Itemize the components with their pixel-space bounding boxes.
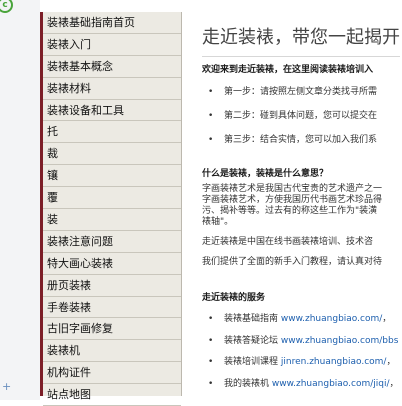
paragraph-line: 污、揭补等等。过去有的称这些工作为"装潢 xyxy=(202,206,378,216)
list-item: 第一步：请按照左侧文章分类找寻所需 xyxy=(202,80,402,104)
plus-icon[interactable]: + xyxy=(2,381,11,392)
sidebar-item-materials[interactable]: 装裱材料 xyxy=(43,78,181,100)
intro-paragraph: 走近装裱是中国在线书画装裱培训、技术咨 xyxy=(202,237,374,247)
service-label: 装裱培训课程 xyxy=(224,357,279,367)
tutorial-paragraph: 我们提供了全面的新手入门教程，请认真对待 xyxy=(202,257,383,267)
sidebar-item-tools[interactable]: 装裱设备和工具 xyxy=(43,100,181,122)
browser-side-strip: c + xyxy=(0,0,40,400)
sidebar-item-large-paintings[interactable]: 特大画心装裱 xyxy=(43,253,181,275)
sidebar-item-handscroll[interactable]: 手卷装裱 xyxy=(43,297,181,319)
sidebar-item-xiang[interactable]: 镶 xyxy=(43,165,181,188)
list-item: 第三步：结合实情，您可以加入我们系 xyxy=(202,128,402,152)
sidebar-item-cai[interactable]: 裁 xyxy=(43,143,181,166)
list-item: 装裱基础指南 www.zhuangbiao.com/， xyxy=(202,309,402,331)
service-label: 我的装裱机 xyxy=(224,378,270,389)
sidebar-item-zhuang[interactable]: 装 xyxy=(43,209,181,231)
list-item: 第二步：碰到具体问题，您可以提交在 xyxy=(202,104,402,128)
section-title-services: 走近装裱的服务 xyxy=(202,293,266,303)
sidebar-item-intro[interactable]: 装裱入门 xyxy=(43,34,181,56)
what-paragraph: 字画装裱艺术是我国古代宝贵的艺术遗产之一 字画装裱艺术，方使我国历代书画艺术珍品… xyxy=(202,184,402,228)
service-label: 装裱答疑论坛 xyxy=(224,335,279,346)
section-title-what: 什么是装裱，装裱是什么意思？ xyxy=(202,169,329,179)
sidebar-item-certificates[interactable]: 机构证件 xyxy=(43,362,181,385)
list-item: 我的装裱机 www.zhuangbiao.com/jiqi/， xyxy=(202,374,402,396)
welcome-text: 欢迎来到走近装裱，在这里阅读装裱培训入 xyxy=(202,65,374,75)
sidebar-item-album[interactable]: 册页装裱 xyxy=(43,275,181,297)
service-link[interactable]: www.zhuangbiao.com/jiqi/ xyxy=(272,379,390,389)
service-link[interactable]: www.zhuangbiao.com/bbs xyxy=(281,336,399,346)
service-tail: ， xyxy=(382,314,392,324)
service-link[interactable]: www.zhuangbiao.com/ xyxy=(281,314,382,324)
service-tail: ， xyxy=(386,357,396,367)
circle-icon[interactable]: c xyxy=(0,0,13,13)
sidebar-item-tuo[interactable]: 托 xyxy=(43,121,181,144)
paragraph-line: 字画装裱艺术，方使我国历代书画艺术珍品得 xyxy=(202,195,383,205)
paragraph-line: 裱轴"。 xyxy=(202,217,234,227)
sidebar-nav: 装裱基础指南首页 装裱入门 装裱基本概念 装裱材料 装裱设备和工具 托 裁 镶 … xyxy=(40,12,182,406)
services-list: 装裱基础指南 www.zhuangbiao.com/， 装裱答疑论坛 www.z… xyxy=(202,309,402,395)
page-title: 走近装裱，带您一起揭开 xyxy=(202,26,400,57)
sidebar-item-cautions[interactable]: 装裱注意问题 xyxy=(43,231,181,253)
list-item: 装裱培训课程 jinren.zhuangbiao.com/， xyxy=(202,352,402,374)
sidebar-item-sitemap[interactable]: 站点地图 xyxy=(43,384,181,406)
sidebar-item-fu[interactable]: 覆 xyxy=(43,187,181,210)
list-item: 装裱答疑论坛 www.zhuangbiao.com/bbs xyxy=(202,331,402,353)
sidebar-item-restoration[interactable]: 古旧字画修复 xyxy=(43,318,181,341)
main-content: 走近装裱，带您一起揭开 欢迎来到走近装裱，在这里阅读装裱培训入 第一步：请按照左… xyxy=(202,12,402,400)
service-label: 装裱基础指南 xyxy=(224,314,279,324)
paragraph-line: 字画装裱艺术是我国古代宝贵的艺术遗产之一 xyxy=(202,184,383,194)
service-link[interactable]: jinren.zhuangbiao.com/ xyxy=(281,357,387,367)
steps-list: 第一步：请按照左侧文章分类找寻所需 第二步：碰到具体问题，您可以提交在 第三步：… xyxy=(202,80,402,152)
sidebar-item-home[interactable]: 装裱基础指南首页 xyxy=(43,12,181,34)
sidebar-item-concepts[interactable]: 装裱基本概念 xyxy=(43,56,181,78)
sidebar-item-machine[interactable]: 装裱机 xyxy=(43,340,181,363)
service-tail: ， xyxy=(389,378,399,389)
